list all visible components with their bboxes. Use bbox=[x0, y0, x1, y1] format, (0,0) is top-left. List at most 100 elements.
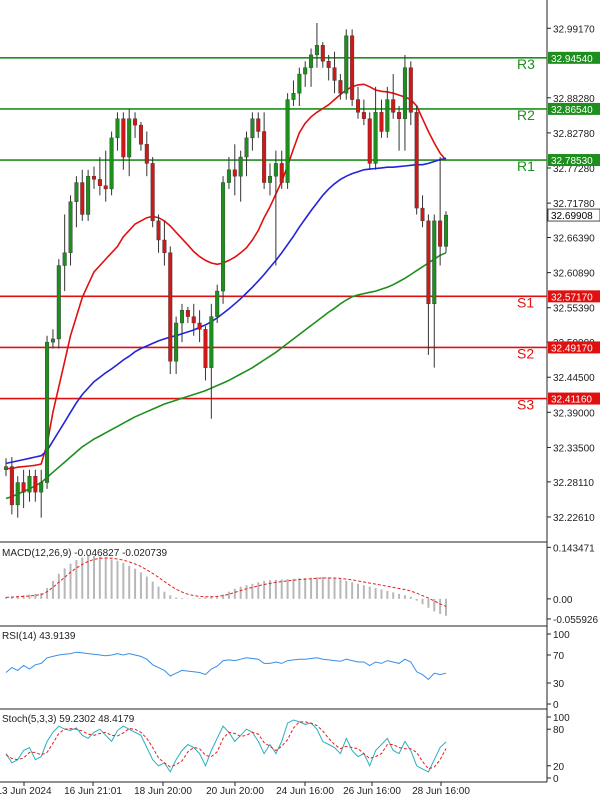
candle-body bbox=[268, 175, 273, 183]
time-tick-label: 20 Jun 20:00 bbox=[206, 786, 264, 796]
candle-body bbox=[221, 182, 226, 292]
macd-label: MACD(12,26,9) -0.046827 -0.020739 bbox=[2, 548, 168, 559]
candle-body bbox=[367, 118, 372, 164]
candle-body bbox=[303, 67, 308, 75]
candle-body bbox=[238, 156, 243, 177]
price-tick-label: 32.60890 bbox=[553, 269, 595, 280]
candle-body bbox=[444, 214, 449, 247]
candle-body bbox=[273, 163, 278, 177]
rsi-tick-label: 0 bbox=[553, 700, 559, 711]
candle-body bbox=[138, 124, 143, 145]
price-tick-label: 32.39000 bbox=[553, 408, 595, 419]
time-tick-label: 26 Jun 16:00 bbox=[343, 786, 401, 796]
candle-body bbox=[309, 54, 314, 68]
candle-body bbox=[115, 118, 120, 139]
candle-body bbox=[279, 163, 284, 183]
candle-body bbox=[379, 112, 384, 132]
candle-body bbox=[50, 338, 55, 343]
trading-chart: 32.99170 32.88280 32.82780 32.77280 32.71780… bbox=[0, 0, 600, 797]
candle-body bbox=[21, 482, 26, 493]
time-tick-label: 24 Jun 16:00 bbox=[276, 786, 334, 796]
candle-body bbox=[74, 182, 79, 202]
time-tick-label: 13 Jun 2024 bbox=[0, 786, 52, 796]
time-tick-label: 18 Jun 20:00 bbox=[134, 786, 192, 796]
candle-body bbox=[197, 322, 202, 330]
candle-body bbox=[121, 118, 126, 158]
level-name-label: R2 bbox=[517, 107, 535, 123]
candle-body bbox=[203, 329, 208, 368]
candle-body bbox=[391, 99, 396, 113]
candle-body bbox=[33, 475, 38, 493]
candle-body bbox=[97, 179, 102, 186]
chart-canvas: 32.9917032.8828032.8278032.7728032.71780… bbox=[0, 0, 600, 797]
candle-body bbox=[174, 322, 179, 362]
candle-body bbox=[297, 73, 302, 94]
candle-body bbox=[80, 182, 85, 215]
macd-tick-label: 0.143471 bbox=[553, 543, 595, 554]
candle-body bbox=[320, 45, 325, 62]
candle-body bbox=[332, 67, 337, 81]
level-price-label: 32.94540 bbox=[551, 54, 593, 65]
candle-body bbox=[314, 45, 319, 56]
macd-tick-label: 0.00 bbox=[553, 595, 573, 606]
candle-body bbox=[414, 112, 419, 209]
time-tick-label: 16 Jun 21:01 bbox=[64, 786, 122, 796]
stoch-tick-label: 80 bbox=[553, 725, 565, 736]
level-name-label: S3 bbox=[517, 397, 534, 413]
candle-body bbox=[56, 265, 61, 340]
rsi-label: RSI(14) 43.9139 bbox=[2, 631, 76, 642]
candle-body bbox=[244, 137, 249, 158]
candle-body bbox=[209, 316, 214, 368]
candle-body bbox=[168, 252, 173, 362]
candle-body bbox=[385, 99, 390, 132]
time-tick-label: 28 Jun 16:00 bbox=[412, 786, 470, 796]
price-tick-label: 32.28110 bbox=[553, 478, 594, 489]
candle-body bbox=[285, 99, 290, 183]
candle-body bbox=[338, 80, 343, 94]
candle-body bbox=[432, 220, 437, 305]
stoch-tick-label: 0 bbox=[553, 774, 559, 785]
level-name-label: S2 bbox=[517, 345, 534, 361]
candle-body bbox=[191, 316, 196, 324]
candle-body bbox=[361, 112, 366, 119]
candle-body bbox=[27, 475, 32, 493]
candle-body bbox=[232, 169, 237, 177]
candle-body bbox=[103, 185, 108, 190]
candle-body bbox=[86, 175, 91, 215]
candle-body bbox=[420, 207, 425, 222]
candle-body bbox=[350, 35, 355, 100]
candle-body bbox=[91, 175, 96, 180]
level-price-label: 32.86540 bbox=[551, 105, 593, 116]
candle-body bbox=[215, 290, 220, 317]
candle-body bbox=[45, 341, 50, 483]
level-price-label: 32.78530 bbox=[551, 156, 593, 167]
price-tick-label: 32.82780 bbox=[553, 129, 595, 140]
candle-body bbox=[426, 220, 431, 305]
candle-body bbox=[144, 144, 149, 164]
price-tick-label: 32.55390 bbox=[553, 304, 595, 315]
candle-body bbox=[15, 482, 20, 506]
price-tick-label: 32.22610 bbox=[553, 513, 595, 524]
level-name-label: R1 bbox=[517, 158, 535, 174]
candle-body bbox=[408, 67, 413, 113]
price-tick-label: 32.33500 bbox=[553, 443, 595, 454]
level-price-label: 32.49170 bbox=[551, 343, 593, 354]
stoch-label: Stoch(5,3,3) 59.2302 48.4179 bbox=[2, 714, 135, 725]
candle-body bbox=[150, 163, 155, 222]
candle-body bbox=[127, 118, 132, 158]
macd-tick-label: -0.055926 bbox=[553, 615, 598, 626]
candle-body bbox=[356, 99, 361, 113]
candle-body bbox=[397, 112, 402, 119]
candle-body bbox=[326, 61, 331, 68]
candle-body bbox=[39, 482, 44, 493]
candle-body bbox=[226, 169, 231, 183]
candle-body bbox=[68, 201, 73, 253]
price-tick-label: 32.99170 bbox=[553, 24, 595, 35]
candle-body bbox=[185, 310, 190, 317]
stoch-tick-label: 100 bbox=[553, 713, 570, 724]
current-price-label: 32.69908 bbox=[551, 211, 593, 222]
level-name-label: R3 bbox=[517, 56, 535, 72]
rsi-tick-label: 30 bbox=[553, 679, 565, 690]
price-tick-label: 32.71780 bbox=[553, 199, 595, 210]
level-price-label: 32.57170 bbox=[551, 292, 593, 303]
